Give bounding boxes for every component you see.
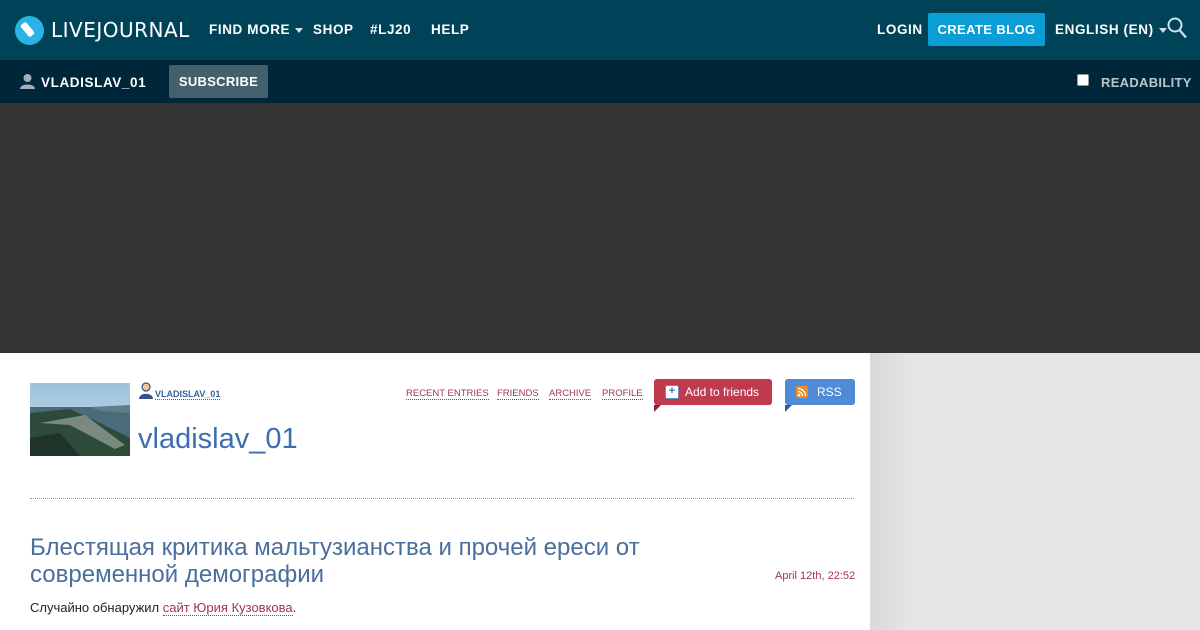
chevron-down-icon bbox=[295, 27, 304, 33]
rss-label: RSS bbox=[817, 385, 842, 399]
post-title[interactable]: Блестящая критика мальтузианства и проче… bbox=[30, 534, 710, 588]
chevron-down-icon bbox=[1158, 27, 1167, 33]
userpic-image[interactable] bbox=[30, 383, 130, 456]
create-blog-button[interactable]: CREATE BLOG bbox=[928, 13, 1045, 46]
ad-banner-area bbox=[0, 103, 1200, 353]
plus-icon: + bbox=[665, 385, 679, 399]
nav-find-more-label: FIND MORE bbox=[209, 22, 291, 37]
add-to-friends-label: Add to friends bbox=[685, 385, 760, 399]
journal-username-link[interactable]: VLADISLAV_01 bbox=[41, 75, 146, 90]
friends-link[interactable]: FRIENDS bbox=[497, 388, 539, 400]
login-link[interactable]: LOGIN bbox=[877, 22, 923, 37]
journal-owner-link[interactable]: VLADISLAV_01 bbox=[155, 389, 221, 400]
nav-help[interactable]: HELP bbox=[431, 22, 469, 37]
subscribe-button[interactable]: SUBSCRIBE bbox=[169, 65, 268, 98]
post-body-link[interactable]: сайт Юрия Кузовкова bbox=[162, 600, 293, 616]
profile-link[interactable]: PROFILE bbox=[602, 388, 643, 400]
post-body: Случайно обнаружил сайт Юрия Кузовкова. bbox=[30, 600, 297, 616]
post-body-text: Случайно обнаружил bbox=[30, 600, 163, 615]
nav-find-more[interactable]: FIND MORE bbox=[209, 22, 304, 37]
user-profile-icon[interactable] bbox=[138, 382, 154, 399]
livejournal-logo[interactable]: LIVEJOURNAL bbox=[15, 14, 190, 46]
language-selector[interactable]: ENGLISH (EN) bbox=[1055, 22, 1167, 37]
header-divider bbox=[30, 498, 854, 499]
nav-lj20[interactable]: #LJ20 bbox=[370, 22, 411, 37]
nav-shop[interactable]: SHOP bbox=[313, 22, 354, 37]
language-label: ENGLISH (EN) bbox=[1055, 22, 1154, 37]
recent-entries-link[interactable]: RECENT ENTRIES bbox=[406, 388, 489, 400]
search-icon[interactable] bbox=[1167, 17, 1187, 39]
readability-checkbox[interactable] bbox=[1077, 74, 1089, 86]
post-body-suffix: . bbox=[292, 600, 297, 615]
archive-link[interactable]: ARCHIVE bbox=[549, 388, 592, 400]
post-date[interactable]: April 12th, 22:52 bbox=[775, 570, 855, 582]
logo-text: LIVEJOURNAL bbox=[51, 18, 190, 42]
rss-icon bbox=[796, 386, 808, 398]
readability-label[interactable]: READABILITY bbox=[1101, 75, 1192, 90]
journal-title[interactable]: vladislav_01 bbox=[138, 423, 298, 456]
journal-sidebar bbox=[870, 353, 1200, 630]
sidebar-shadow bbox=[870, 353, 910, 630]
livejournal-logo-icon bbox=[15, 15, 44, 45]
user-icon bbox=[20, 74, 35, 89]
